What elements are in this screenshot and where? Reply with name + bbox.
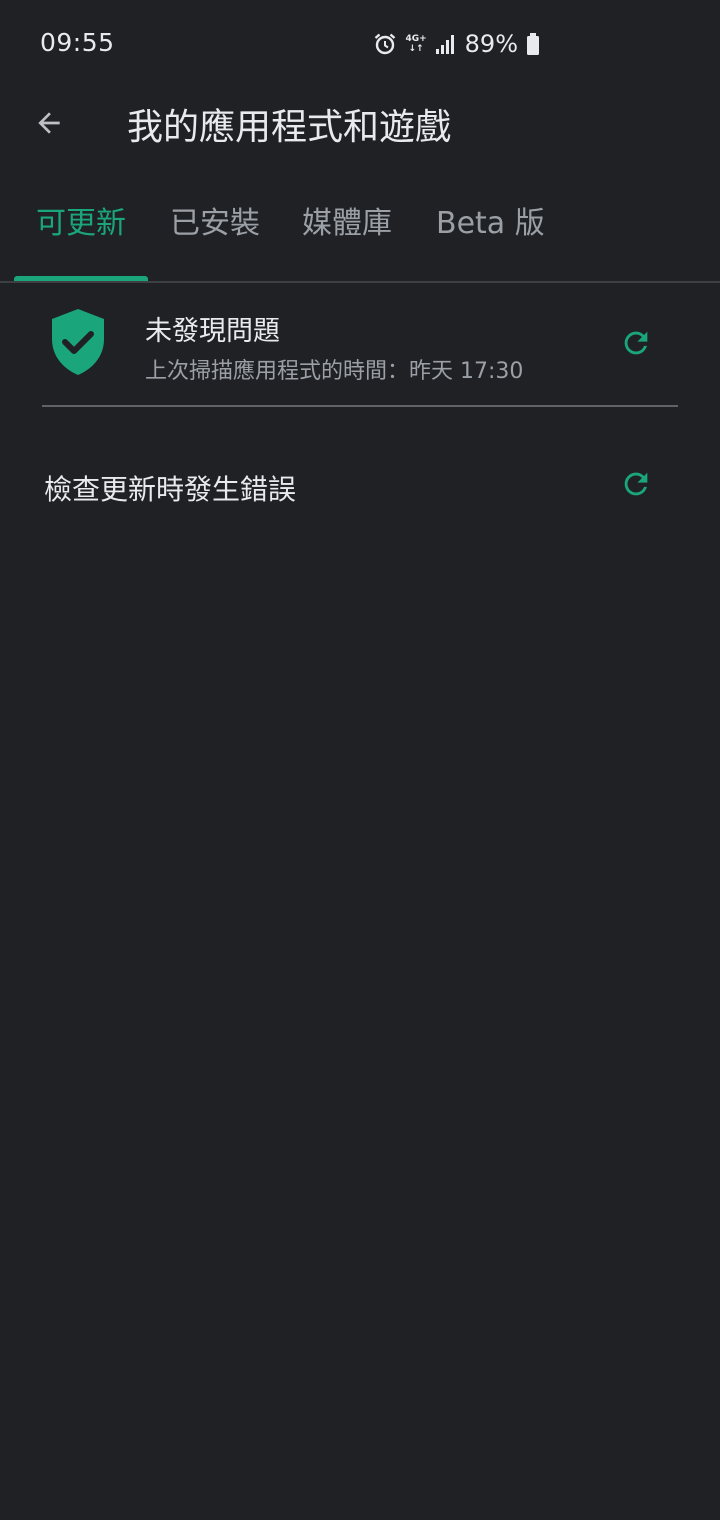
tab-installed[interactable]: 已安裝 bbox=[170, 198, 260, 242]
scan-status-title: 未發現問題 bbox=[145, 316, 280, 347]
alarm-icon bbox=[375, 33, 396, 55]
play-protect-status: 未發現問題 上次掃描應用程式的時間：昨天 17:30 bbox=[0, 283, 720, 405]
shield-check-icon bbox=[52, 309, 104, 375]
active-tab-indicator bbox=[14, 276, 148, 281]
network-type-icon: 4G+ ↓↑ bbox=[405, 34, 426, 54]
refresh-icon bbox=[624, 472, 648, 496]
tab-updates[interactable]: 可更新 bbox=[36, 198, 126, 242]
tab-library[interactable]: 媒體庫 bbox=[302, 198, 392, 242]
rescan-button[interactable] bbox=[614, 321, 658, 365]
status-time: 09:55 bbox=[40, 28, 115, 57]
signal-strength-icon bbox=[435, 35, 454, 54]
app-bar: 我的應用程式和遊戲 bbox=[0, 88, 720, 158]
tab-bar: 可更新 已安裝 媒體庫 Beta 版 bbox=[0, 170, 720, 283]
refresh-icon bbox=[624, 331, 648, 355]
status-icons: 4G+ ↓↑ 89% bbox=[365, 30, 540, 58]
tab-beta[interactable]: Beta 版 bbox=[436, 198, 545, 242]
battery-icon bbox=[527, 33, 539, 55]
network-activity-arrows: ↓↑ bbox=[408, 44, 424, 54]
divider bbox=[42, 405, 678, 407]
status-bar: 09:55 4G+ ↓↑ 89% bbox=[0, 0, 720, 88]
retry-check-updates-button[interactable] bbox=[614, 462, 658, 506]
back-button[interactable] bbox=[26, 100, 72, 146]
scan-status-subtitle: 上次掃描應用程式的時間：昨天 17:30 bbox=[145, 359, 524, 384]
arrow-back-icon bbox=[38, 112, 60, 134]
update-error-message: 檢查更新時發生錯誤 bbox=[44, 473, 297, 506]
update-error-row: 檢查更新時發生錯誤 bbox=[0, 440, 720, 532]
battery-percent: 89% bbox=[464, 30, 518, 58]
page-title: 我的應用程式和遊戲 bbox=[127, 107, 452, 148]
network-type-label: 4G+ bbox=[405, 34, 427, 44]
